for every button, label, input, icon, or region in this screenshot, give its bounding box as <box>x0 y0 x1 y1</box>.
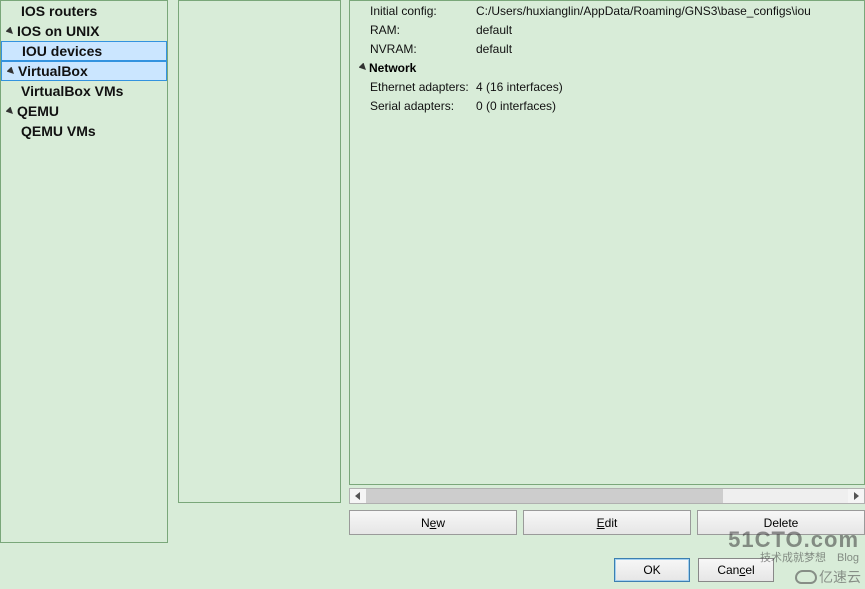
tree-item-virtualbox[interactable]: VirtualBox <box>1 61 167 81</box>
detail-row-ram: RAM: default <box>358 20 864 39</box>
tree-label: IOS routers <box>21 3 97 19</box>
tree-label: VirtualBox VMs <box>21 83 123 99</box>
tree-label: QEMU <box>17 103 59 119</box>
details-horizontal-scrollbar[interactable] <box>349 488 865 504</box>
new-button[interactable]: New <box>349 510 517 535</box>
template-action-buttons: New Edit Delete <box>349 510 865 535</box>
tree-item-qemu-vms[interactable]: QEMU VMs <box>1 121 167 141</box>
cloud-icon <box>795 570 817 584</box>
watermark-cloud-text: 亿速云 <box>819 567 861 587</box>
detail-row-initial-config: Initial config: C:/Users/huxianglin/AppD… <box>358 1 864 20</box>
collapse-icon <box>358 63 368 72</box>
dialog-buttons: OK Cancel <box>614 558 774 582</box>
detail-value: 0 (0 interfaces) <box>476 99 556 113</box>
section-header-network[interactable]: Network <box>358 58 864 77</box>
btn-text: OK <box>643 563 660 577</box>
btn-text: el <box>745 563 754 577</box>
collapse-icon <box>5 106 15 116</box>
scroll-right-button[interactable] <box>848 489 864 503</box>
btn-text: w <box>436 516 445 530</box>
btn-mnemonic: E <box>597 516 605 530</box>
delete-button[interactable]: Delete <box>697 510 865 535</box>
detail-label: Ethernet adapters: <box>358 80 476 94</box>
scroll-thumb[interactable] <box>366 489 723 503</box>
scroll-track[interactable] <box>366 489 848 503</box>
tree-label: IOS on UNIX <box>17 23 99 39</box>
tree-item-virtualbox-vms[interactable]: VirtualBox VMs <box>1 81 167 101</box>
tree-item-ios-routers[interactable]: IOS routers <box>1 1 167 21</box>
btn-text: dit <box>605 516 618 530</box>
watermark-sub: 技术成就梦想 Blog <box>760 549 859 565</box>
detail-label: Serial adapters: <box>358 99 476 113</box>
detail-row-nvram: NVRAM: default <box>358 39 864 58</box>
tree-label: IOU devices <box>22 43 102 59</box>
collapse-icon <box>6 66 16 76</box>
tree-label: VirtualBox <box>18 63 88 79</box>
scroll-left-button[interactable] <box>350 489 366 503</box>
tree-label: QEMU VMs <box>21 123 96 139</box>
btn-text: Delete <box>764 516 799 530</box>
detail-label: NVRAM: <box>358 42 476 56</box>
templates-list-panel[interactable] <box>178 0 341 503</box>
btn-text: Can <box>717 563 739 577</box>
ok-button[interactable]: OK <box>614 558 690 582</box>
detail-value: C:/Users/huxianglin/AppData/Roaming/GNS3… <box>476 4 811 18</box>
detail-value: default <box>476 42 512 56</box>
detail-row-serial: Serial adapters: 0 (0 interfaces) <box>358 96 864 115</box>
tree-item-iou-devices[interactable]: IOU devices <box>1 41 167 61</box>
detail-value: 4 (16 interfaces) <box>476 80 563 94</box>
btn-text: N <box>421 516 430 530</box>
tree-item-qemu[interactable]: QEMU <box>1 101 167 121</box>
category-tree-panel: IOS routers IOS on UNIX IOU devices Virt… <box>0 0 168 543</box>
detail-label: Initial config: <box>358 4 476 18</box>
edit-button[interactable]: Edit <box>523 510 691 535</box>
preferences-window: IOS routers IOS on UNIX IOU devices Virt… <box>0 0 865 589</box>
watermark-cloud: 亿速云 <box>795 567 861 587</box>
section-title: Network <box>369 61 416 75</box>
cancel-button[interactable]: Cancel <box>698 558 774 582</box>
detail-row-ethernet: Ethernet adapters: 4 (16 interfaces) <box>358 77 864 96</box>
detail-value: default <box>476 23 512 37</box>
tree-item-ios-on-unix[interactable]: IOS on UNIX <box>1 21 167 41</box>
collapse-icon <box>5 26 15 36</box>
category-tree: IOS routers IOS on UNIX IOU devices Virt… <box>1 1 167 141</box>
template-details-panel: Initial config: C:/Users/huxianglin/AppD… <box>349 0 865 485</box>
detail-label: RAM: <box>358 23 476 37</box>
